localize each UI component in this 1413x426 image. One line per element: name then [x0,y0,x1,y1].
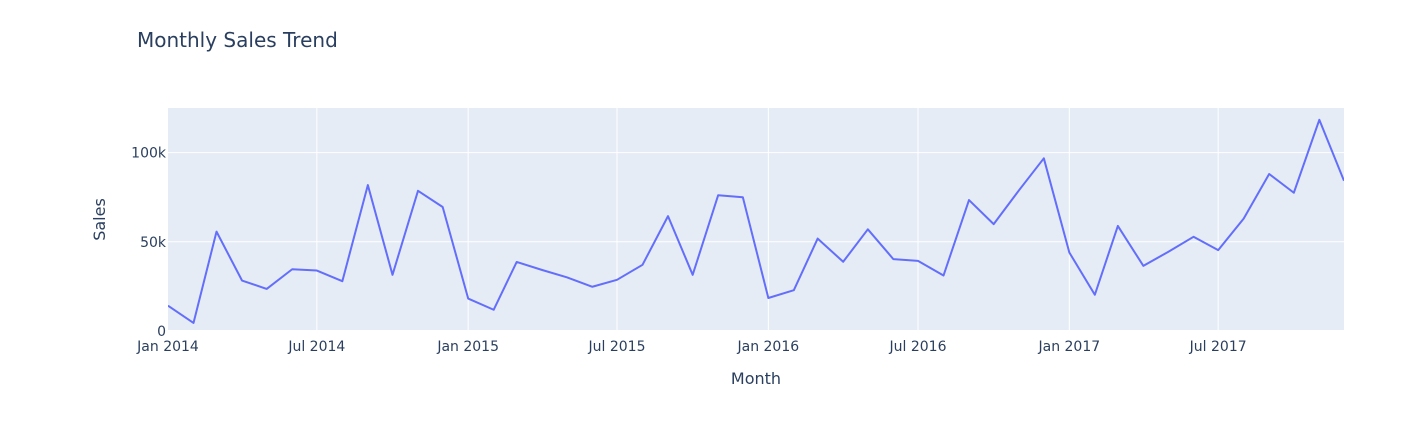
x-tick-label-6: Jan 2017 [1037,339,1100,355]
x-tick-label-1: Jul 2014 [287,339,345,355]
x-tick-label-4: Jan 2016 [736,339,799,355]
x-tick-labels: Jan 2014 Jul 2014 Jan 2015 Jul 2015 Jan 2016… [136,339,1247,355]
x-tick-label-5: Jul 2016 [889,339,947,355]
x-axis-title: Month [731,369,781,388]
y-axis-title: Sales [90,198,109,241]
y-tick-label-1: 50k [140,235,167,251]
x-tick-label-3: Jul 2015 [588,339,646,355]
plot-background [168,108,1344,331]
x-tick-label-0: Jan 2014 [136,339,199,355]
x-tick-label-7: Jul 2017 [1189,339,1247,355]
y-tick-label-2: 100k [131,146,167,162]
y-tick-label-0: 0 [157,324,166,340]
y-tick-labels: 0 50k 100k [131,146,167,340]
sales-line-chart: Monthly Sales Trend Jan 2014 Jul 2014 Jan … [90,28,1344,388]
x-tick-label-2: Jan 2015 [436,339,499,355]
chart-title: Monthly Sales Trend [137,28,338,52]
